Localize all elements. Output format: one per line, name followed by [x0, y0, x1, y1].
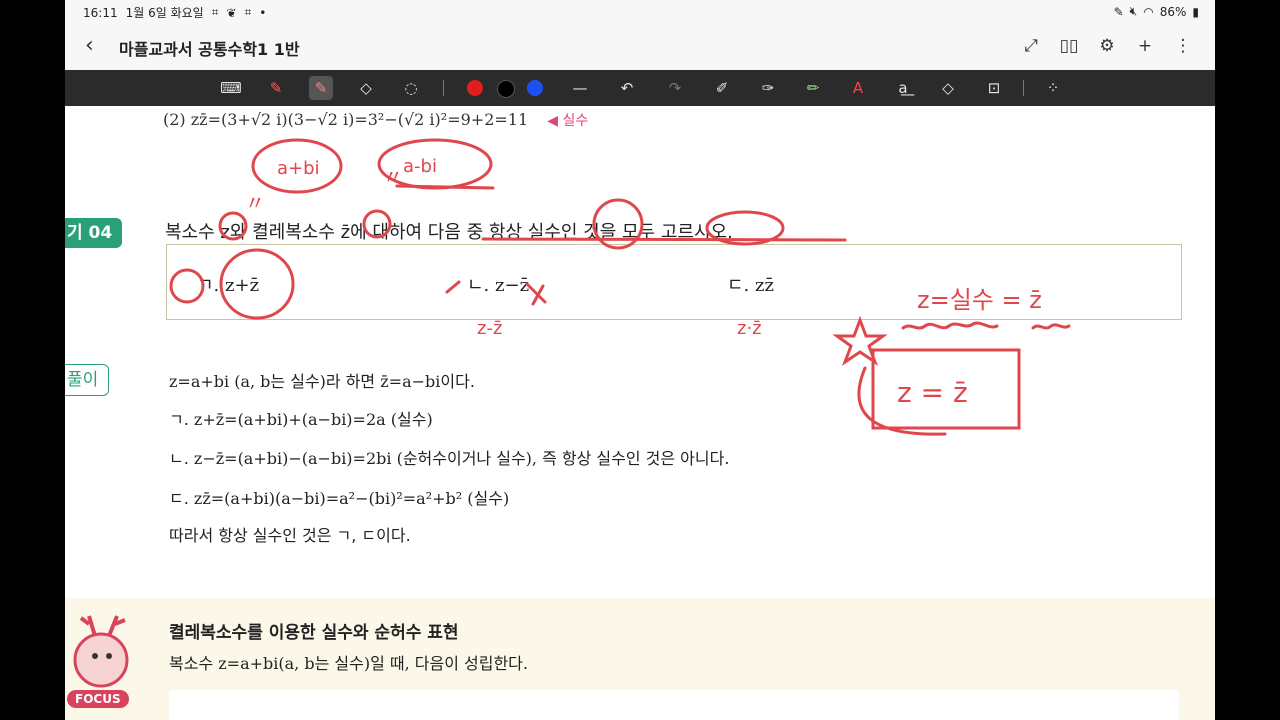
- ink-text-a-plus-bi: a+bi: [277, 158, 320, 179]
- focus-badge: FOCUS: [67, 690, 129, 708]
- choice-3: ㄷ. zz̄: [727, 275, 774, 296]
- eraser-icon[interactable]: ◇: [354, 76, 378, 100]
- add-icon[interactable]: +: [1133, 34, 1157, 58]
- ink-wavy-underline-2: [1031, 323, 1071, 330]
- focus-card: [169, 690, 1179, 720]
- more-tools-icon[interactable]: ⁘: [1041, 76, 1065, 100]
- problem-2-line: (2) zz̄=(3+√2 i)(3−√2 i)=3²−(√2 i)²=9+2=…: [163, 110, 588, 130]
- mute-icon: 🔇︎: [1129, 4, 1138, 18]
- dot-icon: •: [259, 5, 267, 20]
- document-page[interactable]: (2) zz̄=(3+√2 i)(3−√2 i)=3²−(√2 i)²=9+2=…: [65, 106, 1215, 720]
- question-text: 복소수 z와 켤레복소수 z̄에 대하여 다음 중 항상 실수인 것을 모두 고…: [165, 222, 733, 243]
- line-width-icon[interactable]: —: [568, 76, 592, 100]
- ink-ditto-1: 〃: [245, 191, 265, 215]
- expand-icon[interactable]: ⤢: [1019, 34, 1043, 58]
- undo-icon[interactable]: ↶: [615, 76, 639, 100]
- redo-icon[interactable]: ↷: [663, 76, 687, 100]
- ink-text-z-minus-z: z-z̄: [477, 318, 502, 339]
- real-number-tag: ◀ 실수: [547, 113, 589, 129]
- app-window: 16:11 1월 6일 화요일 ⌗ ❦ ⌗ • ✎ 🔇︎ ◠ 86% ▮ ‹ 마…: [65, 0, 1215, 720]
- choices-box: ㄱ. z+z̄ ㄴ. z−z̄ ㄷ. zz̄: [166, 244, 1182, 320]
- ink-text-boxed-rule: z = z̄: [897, 376, 968, 409]
- status-bar: 16:11 1월 6일 화요일 ⌗ ❦ ⌗ • ✎ 🔇︎ ◠ 86% ▮: [65, 0, 1215, 24]
- pen-icon[interactable]: ✎: [264, 76, 288, 100]
- choice-1: ㄱ. z+z̄: [197, 275, 260, 296]
- ink-ditto-2: 〃: [383, 165, 403, 189]
- lock-icon[interactable]: ⊡: [982, 76, 1006, 100]
- status-time: 16:11: [83, 5, 118, 20]
- solution-line: ㄱ. z+z̄=(a+bi)+(a−bi)=2a (실수): [169, 410, 433, 429]
- text-color-icon[interactable]: A: [846, 76, 870, 100]
- leaf-icon: ❦: [226, 5, 237, 20]
- choice-2: ㄴ. z−z̄: [467, 275, 530, 296]
- problem-2-text: (2) zz̄=(3+√2 i)(3−√2 i)=3²−(√2 i)²=9+2=…: [163, 110, 529, 129]
- book-view-icon[interactable]: ▯▯: [1057, 34, 1081, 58]
- battery-icon: ▮: [1192, 4, 1199, 19]
- toolbar-divider: [443, 80, 444, 96]
- page-settings-icon[interactable]: ⚙: [1095, 34, 1119, 58]
- solution-line: ㄷ. zz̄=(a+bi)(a−bi)=a²−(bi)²=a²+b² (실수): [169, 489, 510, 508]
- solution-line: z=a+bi (a, b는 실수)라 하면 z̄=a−bi이다.: [169, 372, 475, 391]
- focus-text: 복소수 z=a+bi(a, b는 실수)일 때, 다음이 성립한다.: [169, 654, 528, 673]
- battery-text: 86%: [1159, 4, 1187, 19]
- status-date: 1월 6일 화요일: [125, 6, 204, 20]
- shapes-icon[interactable]: ◇: [936, 76, 960, 100]
- ink-text-z-dot-z: z·z̄: [737, 318, 762, 339]
- back-button[interactable]: ‹: [85, 34, 109, 58]
- capture-icon: ⌗: [244, 5, 252, 19]
- focus-title: 켤레복소수를 이용한 실수와 순허수 표현: [169, 623, 459, 643]
- ink-text-a-minus-bi: a-bi: [403, 156, 437, 177]
- ink-wavy-underline: [901, 321, 999, 330]
- highlighter-pen-icon[interactable]: ✎: [309, 76, 333, 100]
- lasso-icon[interactable]: ◌: [399, 76, 423, 100]
- solution-conclusion: 따라서 항상 실수인 것은 ㄱ, ㄷ이다.: [169, 526, 411, 545]
- drawing-toolbar: ⌨ ✎ ✎ ◇ ◌ — ↶ ↷ ✐ ✑ ✏ A a͟ ◇ ⊡ ⁘: [65, 70, 1215, 106]
- focus-section: FOCUS 켤레복소수를 이용한 실수와 순허수 표현 복소수 z=a+bi(a…: [65, 598, 1215, 720]
- solution-label: 풀이: [65, 364, 110, 396]
- ink-swoosh: [857, 366, 947, 436]
- text-box-icon[interactable]: a͟: [891, 76, 915, 100]
- pen-status-icon: ✎: [1113, 4, 1124, 19]
- screenshot-icon: ⌗: [211, 5, 219, 19]
- example-label: 기 04: [65, 218, 123, 248]
- color-red-swatch[interactable]: [467, 80, 483, 96]
- deer-mascot-icon: [73, 615, 129, 688]
- solution-line: ㄴ. z−z̄=(a+bi)−(a−bi)=2bi (순허수이거나 실수), 즉…: [169, 449, 730, 468]
- color-blue-swatch[interactable]: [527, 80, 543, 96]
- more-options-icon[interactable]: ⋮: [1171, 34, 1195, 58]
- document-title: 마플교과서 공통수학1 1반: [119, 40, 300, 59]
- shape-pen-icon[interactable]: ✑: [756, 76, 780, 100]
- color-black-swatch[interactable]: [497, 80, 515, 98]
- pen-settings-icon[interactable]: ✐: [710, 76, 734, 100]
- toolbar-divider: [1023, 80, 1024, 96]
- ink-box-rule: [871, 348, 1021, 430]
- keyboard-icon[interactable]: ⌨: [219, 76, 243, 100]
- ink-star: [832, 315, 888, 366]
- wifi-icon: ◠: [1143, 4, 1154, 19]
- marker-icon[interactable]: ✏: [801, 76, 825, 100]
- ink-circle-a-plus-bi: [251, 138, 343, 194]
- ink-circle-a-minus-bi: [377, 138, 493, 190]
- ink-underline: [395, 184, 495, 190]
- title-bar: ‹ 마플교과서 공통수학1 1반 ⤢ ▯▯ ⚙ + ⋮: [65, 24, 1215, 70]
